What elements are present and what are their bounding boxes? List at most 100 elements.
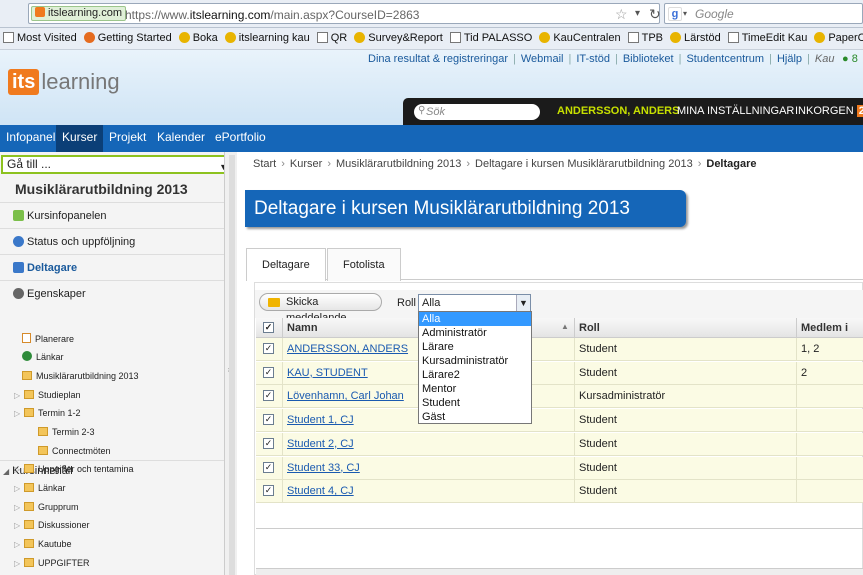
- expand-arrow-icon[interactable]: ▷: [14, 460, 24, 479]
- expand-arrow-icon[interactable]: ▷: [14, 535, 24, 554]
- top-link[interactable]: IT-stöd: [576, 53, 610, 65]
- url-text[interactable]: https://www.itslearning.com/main.aspx?Co…: [125, 8, 419, 22]
- goto-dropdown[interactable]: Gå till ...▼: [1, 155, 233, 174]
- participant-name-link[interactable]: Student 1, CJ: [287, 414, 354, 426]
- tree-item[interactable]: Musiklärarutbildning 2013: [0, 367, 224, 386]
- sidebar-item-kursinfopanelen[interactable]: Kursinfopanelen: [0, 202, 224, 228]
- tree-item[interactable]: ▷ Grupprum: [0, 498, 224, 517]
- tree-item[interactable]: Connectmöten: [0, 442, 224, 461]
- nav-item-eportfolio[interactable]: ePortfolio: [209, 125, 272, 152]
- tree-item[interactable]: ▷ Uppgifter och tentamina: [0, 460, 224, 479]
- sort-ascending-icon[interactable]: ▲: [561, 322, 569, 331]
- bookmark-item[interactable]: Lärstöd: [670, 32, 721, 44]
- row-checkbox[interactable]: ✓: [263, 366, 274, 378]
- tree-item[interactable]: ▷ Diskussioner: [0, 516, 224, 535]
- tree-item[interactable]: Länkar: [0, 348, 224, 367]
- itslearning-logo[interactable]: its learning: [8, 69, 120, 95]
- role-option[interactable]: Alla: [419, 312, 531, 326]
- expand-arrow-icon[interactable]: ▷: [14, 498, 24, 517]
- role-option[interactable]: Mentor: [419, 382, 531, 396]
- bookmark-item[interactable]: TimeEdit Kau: [727, 32, 807, 44]
- tab-deltagare[interactable]: Deltagare: [246, 248, 326, 281]
- user-name-link[interactable]: ANDERSSON, ANDERS: [557, 105, 679, 117]
- row-checkbox[interactable]: ✓: [263, 437, 274, 449]
- bookmark-item[interactable]: TPB: [627, 32, 663, 44]
- sidebar-item-status-och-uppföljning[interactable]: Status och uppföljning: [0, 228, 224, 254]
- browser-search-box[interactable]: g ▾ Google: [664, 3, 863, 24]
- send-message-button[interactable]: Skicka meddelande: [259, 293, 382, 324]
- expand-arrow-icon[interactable]: ▷: [14, 516, 24, 535]
- reload-icon[interactable]: ↻: [649, 6, 661, 23]
- inbox-link[interactable]: INKORGEN 2: [795, 105, 863, 117]
- participant-name-link[interactable]: ANDERSSON, ANDERS: [287, 343, 408, 355]
- nav-item-kalender[interactable]: Kalender: [151, 125, 211, 152]
- nav-item-infopanel[interactable]: Infopanel: [0, 125, 61, 152]
- sidebar-item-deltagare[interactable]: Deltagare: [0, 254, 224, 280]
- top-link[interactable]: Dina resultat & registreringar: [368, 53, 508, 65]
- row-checkbox[interactable]: ✓: [263, 343, 274, 354]
- row-checkbox[interactable]: ✓: [263, 485, 274, 497]
- top-link[interactable]: Studentcentrum: [686, 53, 764, 65]
- breadcrumb-link[interactable]: Start: [253, 158, 276, 170]
- horizontal-scrollbar[interactable]: [256, 568, 863, 575]
- participant-name-link[interactable]: Student 2, CJ: [287, 438, 354, 450]
- site-identity-badge[interactable]: itslearning.com: [31, 6, 126, 21]
- top-link[interactable]: Webmail: [521, 53, 564, 65]
- tree-item[interactable]: ▷ Länkar: [0, 479, 224, 498]
- my-settings-link[interactable]: MINA INSTÄLLNINGAR: [677, 105, 794, 117]
- participant-name-link[interactable]: Student 4, CJ: [287, 485, 354, 497]
- expand-arrow-icon[interactable]: ▷: [14, 404, 24, 423]
- role-option[interactable]: Student: [419, 396, 531, 410]
- breadcrumb-link[interactable]: Kurser: [290, 158, 322, 170]
- tree-item[interactable]: Planerare: [0, 330, 224, 349]
- engine-dropdown-icon[interactable]: ▾: [683, 9, 687, 18]
- bookmark-item[interactable]: KauCentralen: [539, 32, 621, 44]
- site-search-input[interactable]: Sök: [414, 104, 540, 120]
- address-bar[interactable]: itslearning.com https://www.itslearning.…: [28, 3, 661, 24]
- bookmark-item[interactable]: QR: [316, 32, 347, 44]
- history-dropdown-icon[interactable]: ▾: [635, 8, 640, 19]
- role-option[interactable]: Lärare2: [419, 368, 531, 382]
- role-filter-select[interactable]: Alla ▼: [418, 294, 531, 312]
- participant-name-link[interactable]: Student 33, CJ: [287, 462, 360, 474]
- sidebar-item-egenskaper[interactable]: Egenskaper: [0, 280, 224, 306]
- bookmark-item[interactable]: Tid PALASSO: [449, 32, 532, 44]
- row-checkbox[interactable]: ✓: [263, 414, 274, 426]
- tree-item[interactable]: ▷ Termin 1-2: [0, 404, 224, 423]
- tab-fotolista[interactable]: Fotolista: [327, 248, 401, 281]
- nav-item-projekt[interactable]: Projekt: [103, 125, 152, 152]
- column-header-medlem-i[interactable]: Medlem i: [796, 318, 863, 338]
- chevron-down-icon[interactable]: ▼: [516, 295, 530, 311]
- nav-item-kurser[interactable]: Kurser: [56, 125, 104, 152]
- breadcrumb-link[interactable]: Musiklärarutbildning 2013: [336, 158, 461, 170]
- role-option[interactable]: Gäst: [419, 410, 531, 424]
- participant-name-link[interactable]: Lövenhamn, Carl Johan: [287, 390, 404, 402]
- role-option[interactable]: Kursadministratör: [419, 354, 531, 368]
- tree-item[interactable]: ▷ Studieplan: [0, 386, 224, 405]
- bookmark-item[interactable]: itslearning kau: [224, 32, 310, 44]
- select-all-checkbox[interactable]: ✓: [263, 322, 274, 333]
- top-link[interactable]: Biblioteket: [623, 53, 674, 65]
- tree-item[interactable]: ▷ UPPGIFTER: [0, 554, 224, 573]
- bookmark-star-icon[interactable]: ☆: [615, 6, 628, 23]
- google-icon[interactable]: g: [668, 7, 682, 21]
- bookmark-item[interactable]: Boka: [178, 32, 218, 44]
- expand-arrow-icon[interactable]: ▷: [14, 479, 24, 498]
- column-header-roll[interactable]: Roll: [574, 318, 796, 338]
- row-checkbox[interactable]: ✓: [263, 390, 274, 402]
- row-checkbox[interactable]: ✓: [263, 461, 274, 473]
- bookmark-item[interactable]: Getting Started: [83, 32, 172, 44]
- bookmark-item[interactable]: Most Visited: [3, 32, 77, 44]
- top-link[interactable]: Hjälp: [777, 53, 802, 65]
- tree-item[interactable]: Termin 2-3: [0, 423, 224, 442]
- sidebar-scrollbar[interactable]: [229, 155, 235, 575]
- expand-arrow-icon[interactable]: ▷: [14, 386, 24, 405]
- participant-name-link[interactable]: KAU, STUDENT: [287, 367, 368, 379]
- role-option[interactable]: Lärare: [419, 340, 531, 354]
- breadcrumb-link[interactable]: Deltagare i kursen Musiklärarutbildning …: [475, 158, 693, 170]
- tree-item[interactable]: ▷ Kautube: [0, 535, 224, 554]
- role-option[interactable]: Administratör: [419, 326, 531, 340]
- bookmark-item[interactable]: PaperCut: [814, 32, 863, 44]
- bookmark-item[interactable]: Survey&Report: [354, 32, 443, 44]
- expand-arrow-icon[interactable]: ▷: [14, 554, 24, 573]
